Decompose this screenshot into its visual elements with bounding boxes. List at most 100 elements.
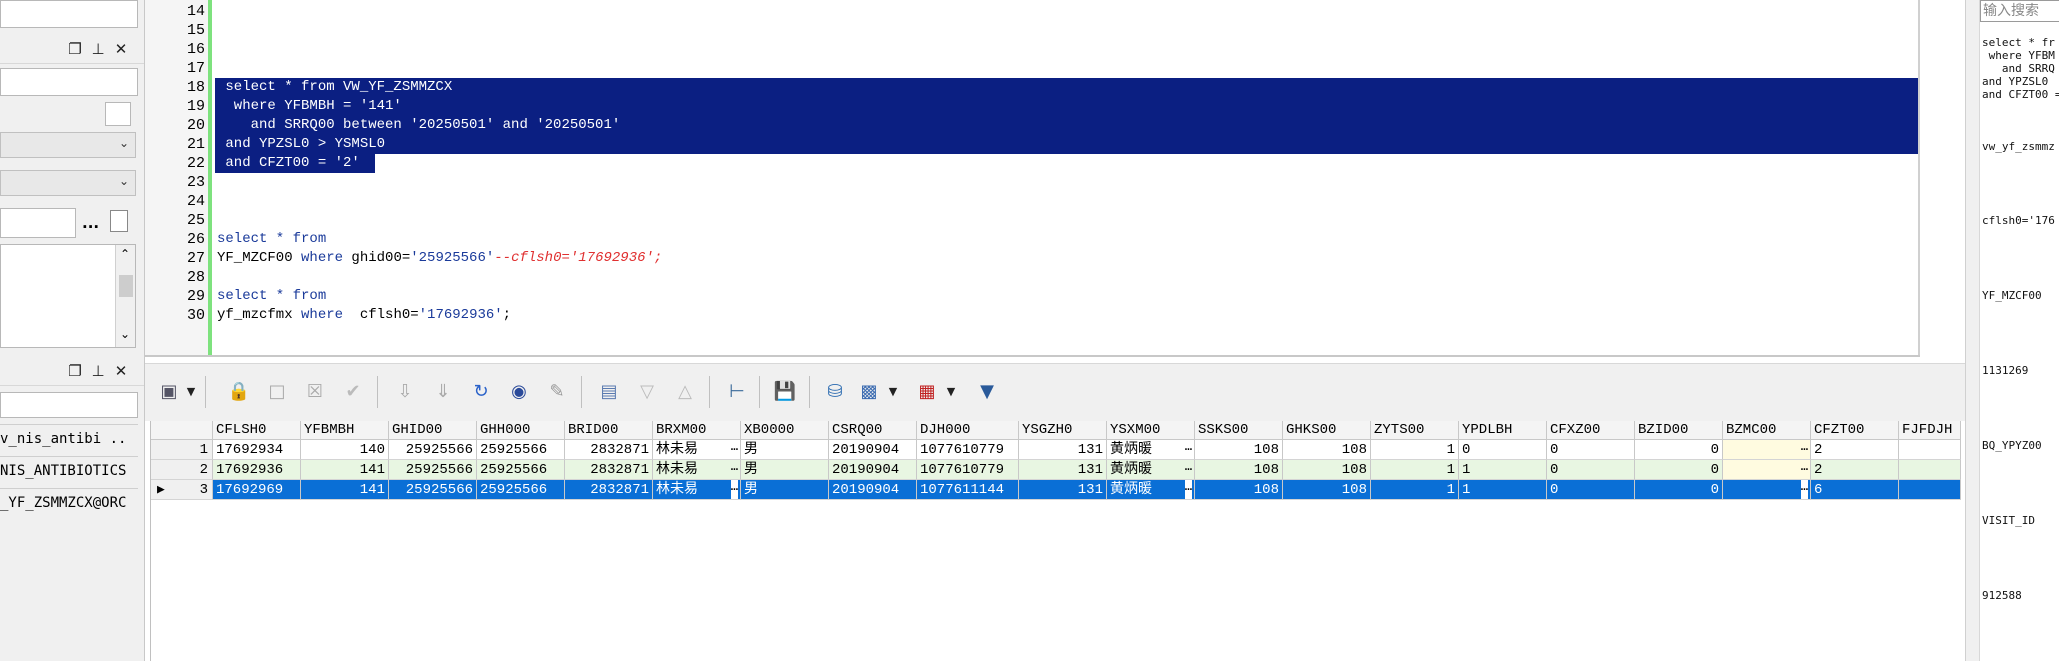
column-header[interactable]: BZID00 <box>1635 421 1723 440</box>
table-cell[interactable]: 108 <box>1283 460 1371 480</box>
table-cell[interactable]: 25925566 <box>477 480 565 500</box>
ellipsis-button-icon[interactable]: ⋯ <box>1800 480 1808 499</box>
find-icon[interactable]: ◉ <box>505 378 533 406</box>
table-cell[interactable] <box>1899 440 1961 460</box>
sql-editor[interactable]: 14 15 16 17 18 19 20 21 22 23 24 25 26 2… <box>145 0 1920 357</box>
scroll-thumb[interactable] <box>119 275 133 297</box>
delete-icon[interactable]: ☒ <box>301 378 329 406</box>
pin-icon[interactable]: ⊥ <box>89 362 107 380</box>
table-cell[interactable]: 20190904 <box>829 480 917 500</box>
dropdown-arrow-icon[interactable]: ▼ <box>185 382 197 402</box>
post-icon[interactable]: ✔ <box>339 378 367 406</box>
object-list-item[interactable]: v_nis_antibi .. <box>0 424 138 452</box>
table-cell[interactable]: 108 <box>1195 480 1283 500</box>
row-number[interactable]: 1 <box>151 440 213 460</box>
filter-down-icon[interactable]: ⇩ <box>391 378 419 406</box>
history-item[interactable]: cflsh0='176 <box>1982 214 2059 227</box>
filter-all-icon[interactable]: ⇓ <box>429 378 457 406</box>
column-header[interactable]: BZMC00 <box>1723 421 1811 440</box>
table-cell[interactable]: 1 <box>1371 480 1459 500</box>
table-cell[interactable]: 131 <box>1019 440 1107 460</box>
column-header[interactable]: CFLSH0 <box>213 421 301 440</box>
close-icon[interactable]: ✕ <box>112 40 130 58</box>
table-cell[interactable]: 男 <box>741 480 829 500</box>
table-cell[interactable]: ⋯ <box>1723 460 1811 480</box>
table-cell[interactable]: 2832871 <box>565 440 653 460</box>
table-cell[interactable]: 0 <box>1547 440 1635 460</box>
ellipsis-button-icon[interactable]: ⋯ <box>1801 440 1808 459</box>
column-header[interactable]: SSKS00 <box>1195 421 1283 440</box>
column-header[interactable]: YSGZH0 <box>1019 421 1107 440</box>
table-cell[interactable]: 林未易 ⋯ <box>653 440 741 460</box>
grid-icon[interactable]: ▦ <box>913 378 941 406</box>
table-cell[interactable]: 17692936 <box>213 460 301 480</box>
table-cell[interactable]: 林未易 ⋯ <box>653 460 741 480</box>
history-search-input[interactable]: 输入搜索 <box>1980 0 2059 22</box>
table-cell[interactable]: 2 <box>1811 440 1899 460</box>
object-list-item[interactable]: NIS_ANTIBIOTICS <box>0 456 138 484</box>
table-cell[interactable]: 2832871 <box>565 460 653 480</box>
object-list-box[interactable]: ⌃ ⌄ <box>0 244 136 348</box>
table-cell[interactable]: 林未易 ⋯ <box>653 480 741 500</box>
column-header[interactable]: GHKS00 <box>1283 421 1371 440</box>
table-cell[interactable]: 0 <box>1547 480 1635 500</box>
table-cell[interactable]: 0 <box>1635 460 1723 480</box>
ellipsis-button-icon[interactable]: ⋯ <box>730 480 738 499</box>
scroll-up-icon[interactable]: ⌃ <box>120 247 130 261</box>
ellipsis-button-icon[interactable]: ⋯ <box>731 440 738 459</box>
restore-icon[interactable]: ❐ <box>66 362 84 380</box>
table-cell[interactable]: 黄炳暖 ⋯ <box>1107 440 1195 460</box>
table-cell[interactable]: 131 <box>1019 480 1107 500</box>
sort-desc-icon[interactable]: ▽ <box>633 378 661 406</box>
table-cell[interactable]: 1 <box>1371 440 1459 460</box>
table-cell[interactable]: 1 <box>1459 460 1547 480</box>
table-cell[interactable]: 17692934 <box>213 440 301 460</box>
save-icon[interactable]: 💾 <box>771 378 799 406</box>
table-cell[interactable]: 黄炳暖 ⋯ <box>1107 480 1195 500</box>
ellipsis-button-icon[interactable]: ⋯ <box>1185 460 1192 479</box>
tree-icon[interactable]: ⊢ <box>723 378 751 406</box>
table-cell[interactable]: 0 <box>1635 440 1723 460</box>
column-header[interactable]: CFXZ00 <box>1547 421 1635 440</box>
object-list-item[interactable]: _YF_ZSMMZCX@ORC <box>0 488 138 516</box>
column-header[interactable]: DJH000 <box>917 421 1019 440</box>
result-grid[interactable]: CFLSH0 YFBMBH GHID00 GHH000 BRID00 BRXM0… <box>150 421 1961 661</box>
table-row-selected[interactable]: ▶ 3 17692969 141 25925566 25925566 283287… <box>151 480 1961 500</box>
table-cell[interactable]: 140 <box>301 440 389 460</box>
table-cell[interactable]: 25925566 <box>477 440 565 460</box>
sort-asc-icon[interactable]: △ <box>671 378 699 406</box>
table-cell[interactable]: 0 <box>1547 460 1635 480</box>
column-header[interactable]: BRXM00 <box>653 421 741 440</box>
ellipsis-button-icon[interactable]: ⋯ <box>731 460 738 479</box>
lock-icon[interactable]: 🔒 <box>225 378 253 406</box>
column-header[interactable]: ZYTS00 <box>1371 421 1459 440</box>
owner-select[interactable]: ⌄ <box>0 132 136 158</box>
scroll-down-icon[interactable]: ⌄ <box>120 327 130 341</box>
table-row[interactable]: 2 17692936 141 25925566 25925566 2832871… <box>151 460 1961 480</box>
table-cell[interactable]: 黄炳暖 ⋯ <box>1107 460 1195 480</box>
table-cell[interactable]: 1 <box>1459 480 1547 500</box>
table-cell[interactable]: 25925566 <box>389 460 477 480</box>
table-cell[interactable]: 141 <box>301 480 389 500</box>
row-number[interactable]: ▶ 3 <box>151 480 213 500</box>
table-cell[interactable]: 1077610779 <box>917 440 1019 460</box>
scrollbar[interactable]: ⌃ ⌄ <box>115 245 135 347</box>
table-cell[interactable]: 1077610779 <box>917 460 1019 480</box>
row-number[interactable]: 2 <box>151 460 213 480</box>
close-icon[interactable]: ✕ <box>112 362 130 380</box>
table-cell[interactable]: 2832871 <box>565 480 653 500</box>
table-cell[interactable]: 25925566 <box>389 440 477 460</box>
object-type-select[interactable]: ⌄ <box>0 170 136 196</box>
table-cell[interactable]: 17692969 <box>213 480 301 500</box>
history-item[interactable]: VISIT_ID <box>1982 514 2059 527</box>
column-header[interactable]: CFZT00 <box>1811 421 1899 440</box>
table-cell[interactable]: 6 <box>1811 480 1899 500</box>
table-cell[interactable]: 0 <box>1635 480 1723 500</box>
table-cell[interactable]: 108 <box>1195 440 1283 460</box>
column-header[interactable]: BRID00 <box>565 421 653 440</box>
clear-icon[interactable]: ✎ <box>543 378 571 406</box>
new-document-icon[interactable] <box>110 210 128 232</box>
history-item[interactable]: BQ_YPYZ00 <box>1982 439 2059 452</box>
history-item[interactable]: YF_MZCF00 <box>1982 289 2059 302</box>
table-cell[interactable]: 108 <box>1283 440 1371 460</box>
